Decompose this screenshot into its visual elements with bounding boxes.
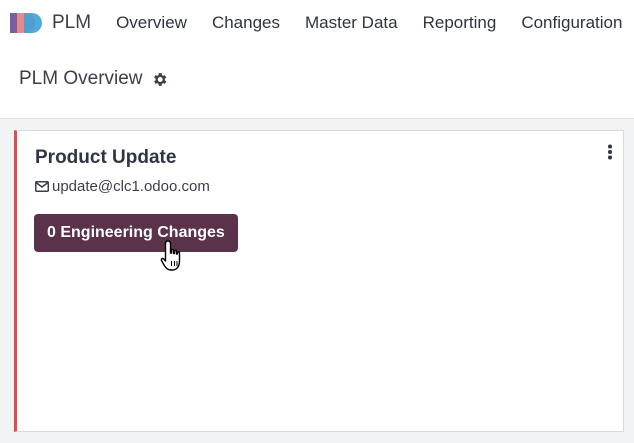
menu-item-master-data[interactable]: Master Data [305, 13, 398, 33]
card-title: Product Update [35, 147, 177, 168]
menu-item-changes[interactable]: Changes [212, 13, 280, 33]
main-menu: Overview Changes Master Data Reporting C… [116, 13, 634, 33]
email-text: update@clc1.odoo.com [52, 178, 210, 195]
gear-icon[interactable] [151, 71, 168, 88]
control-panel: PLM Overview [0, 46, 634, 119]
menu-item-overview[interactable]: Overview [116, 13, 187, 33]
kebab-icon[interactable] [607, 144, 613, 160]
page-title: PLM Overview [19, 68, 143, 89]
engineering-changes-button[interactable]: 0 Engineering Changes [34, 214, 238, 252]
menu-item-reporting[interactable]: Reporting [423, 13, 497, 33]
odoo-app-logo-icon [10, 12, 44, 34]
app-name[interactable]: PLM [52, 12, 91, 34]
card-email: update@clc1.odoo.com [35, 178, 210, 195]
envelope-icon [35, 181, 49, 192]
breadcrumb: PLM Overview [19, 68, 168, 90]
app-brand[interactable]: PLM [10, 12, 91, 34]
top-navbar: PLM Overview Changes Master Data Reporti… [0, 0, 634, 46]
team-card: Product Update update@clc1.odoo.com 0 En… [14, 130, 624, 432]
menu-item-configuration[interactable]: Configuration [521, 13, 622, 33]
